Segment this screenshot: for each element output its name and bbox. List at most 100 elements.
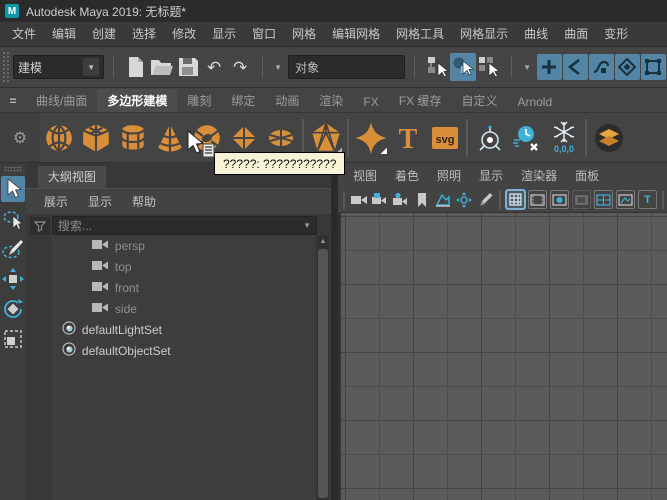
viewport-menu-4[interactable]: 显示 (470, 167, 512, 184)
chevron-down-icon[interactable]: ▼ (272, 63, 284, 72)
grid-toggle-icon[interactable] (506, 190, 525, 209)
chevron-down-icon[interactable]: ▼ (521, 63, 533, 72)
save-scene-icon[interactable] (175, 53, 201, 81)
outliner-menu-3[interactable]: 帮助 (124, 192, 164, 211)
bookmark-icon[interactable] (412, 190, 432, 210)
image-plane-icon[interactable] (433, 190, 453, 210)
outliner-item-persp[interactable]: persp (52, 235, 315, 256)
select-object-icon[interactable] (450, 53, 476, 81)
menuset-dropdown[interactable]: 建模 ▼ (13, 55, 104, 79)
move-tool-icon[interactable] (1, 266, 25, 292)
gate-mask-icon[interactable] (572, 190, 591, 209)
menu-item-4[interactable]: 选择 (124, 22, 164, 46)
polygon-cube-icon[interactable] (77, 116, 114, 160)
panel-splitter[interactable] (331, 163, 338, 500)
combine-icon[interactable] (590, 116, 627, 160)
outliner-tab[interactable]: 大纲视图 (38, 166, 106, 188)
outliner-menu-1[interactable]: 展示 (36, 192, 76, 211)
menu-item-10[interactable]: 网格工具 (388, 22, 452, 46)
outliner-item-defaultLightSet[interactable]: defaultLightSet (52, 319, 315, 340)
select-hierarchy-icon[interactable] (424, 53, 450, 81)
viewport-menu-1[interactable]: 视图 (344, 167, 386, 184)
grip-handle-icon[interactable] (2, 51, 9, 83)
gear-icon[interactable]: ⚙ (13, 128, 27, 148)
select-component-icon[interactable] (476, 53, 502, 81)
shelf-tab-5[interactable]: 动画 (265, 89, 309, 112)
open-scene-icon[interactable] (149, 53, 175, 81)
chevron-down-icon[interactable]: ▼ (303, 221, 311, 230)
field-chart-icon[interactable] (594, 190, 613, 209)
viewport-menu-5[interactable]: 渲染器 (512, 167, 566, 184)
grip-handle-icon[interactable] (4, 166, 22, 172)
lock-camera-icon[interactable] (370, 190, 390, 210)
grease-pencil-icon[interactable] (475, 190, 495, 210)
camera-attributes-icon[interactable] (391, 190, 411, 210)
outliner-menu-2[interactable]: 显示 (80, 192, 120, 211)
shelf-menu-icon[interactable]: = (0, 94, 26, 112)
freeze-transform-icon[interactable]: 0,0,0 (545, 116, 582, 160)
shelf-tab-4[interactable]: 绑定 (221, 89, 265, 112)
shelf-tab-6[interactable]: 渲染 (309, 89, 353, 112)
menu-item-5[interactable]: 修改 (164, 22, 204, 46)
menu-item-6[interactable]: 显示 (204, 22, 244, 46)
outliner-item-defaultObjectSet[interactable]: defaultObjectSet (52, 340, 315, 361)
polygon-cylinder-icon[interactable] (114, 116, 151, 160)
polygon-sphere-icon[interactable] (40, 116, 77, 160)
delete-history-icon[interactable] (508, 116, 545, 160)
pan-zoom-icon[interactable] (454, 190, 474, 210)
menu-item-3[interactable]: 创建 (84, 22, 124, 46)
type-tool-icon[interactable]: T (389, 116, 426, 160)
snap-point-icon[interactable] (589, 54, 614, 80)
center-pivot-icon[interactable] (471, 116, 508, 160)
scroll-up-icon[interactable]: ▲ (317, 235, 329, 247)
safe-title-icon[interactable]: T (638, 190, 657, 209)
menu-item-1[interactable]: 文件 (4, 22, 44, 46)
redo-icon[interactable]: ↷ (227, 53, 253, 81)
menu-item-11[interactable]: 网格显示 (452, 22, 516, 46)
scrollbar-thumb[interactable] (318, 249, 328, 498)
search-input[interactable]: 搜索... ▼ (52, 216, 317, 235)
polygon-cone-icon[interactable] (151, 116, 188, 160)
camera-icon[interactable] (349, 190, 369, 210)
super-shape-icon[interactable] (352, 116, 389, 160)
film-gate-icon[interactable] (528, 190, 547, 209)
new-scene-icon[interactable] (123, 53, 149, 81)
undo-icon[interactable]: ↶ (201, 53, 227, 81)
shelf-tab-10[interactable]: Arnold (507, 92, 562, 112)
menu-item-2[interactable]: 编辑 (44, 22, 84, 46)
select-tool-icon[interactable] (1, 176, 25, 202)
resolution-gate-icon[interactable] (550, 190, 569, 209)
snap-projected-center-icon[interactable] (615, 54, 640, 80)
safe-action-icon[interactable] (616, 190, 635, 209)
outliner-scrollbar[interactable]: ▲ (317, 235, 329, 500)
lasso-select-tool-icon[interactable] (1, 206, 25, 232)
outliner-item-front[interactable]: front (52, 277, 315, 298)
shelf-tab-9[interactable]: 自定义 (451, 89, 507, 112)
shelf-tab-7[interactable]: FX (353, 92, 388, 112)
viewport-menu-3[interactable]: 照明 (428, 167, 470, 184)
scale-tool-icon[interactable] (1, 326, 25, 352)
menu-item-14[interactable]: 变形 (596, 22, 636, 46)
shelf-tab-3[interactable]: 雕刻 (177, 89, 221, 112)
rotate-tool-icon[interactable] (1, 296, 25, 322)
menu-item-9[interactable]: 编辑网格 (324, 22, 388, 46)
menu-item-13[interactable]: 曲面 (556, 22, 596, 46)
object-filter-field[interactable]: 对象 (288, 55, 405, 79)
snap-curve-icon[interactable] (563, 54, 588, 80)
outliner-item-top[interactable]: top (52, 256, 315, 277)
shelf-tab-1[interactable]: 曲线/曲面 (26, 89, 97, 112)
viewport-canvas[interactable] (338, 213, 667, 500)
menu-item-7[interactable]: 窗口 (244, 22, 284, 46)
outliner-item-side[interactable]: side (52, 298, 315, 319)
shelf-tab-8[interactable]: FX 缓存 (389, 89, 452, 112)
menu-item-8[interactable]: 网格 (284, 22, 324, 46)
make-live-icon[interactable] (641, 54, 666, 80)
viewport-menu-6[interactable]: 面板 (566, 167, 608, 184)
menu-item-12[interactable]: 曲线 (516, 22, 556, 46)
paint-select-tool-icon[interactable] (1, 236, 25, 262)
shelf-tab-2[interactable]: 多边形建模 (97, 89, 177, 112)
viewport-menu-2[interactable]: 着色 (386, 167, 428, 184)
snap-grid-icon[interactable] (537, 54, 562, 80)
filter-icon[interactable] (30, 217, 50, 235)
svg-tool-icon[interactable]: svg (426, 116, 463, 160)
